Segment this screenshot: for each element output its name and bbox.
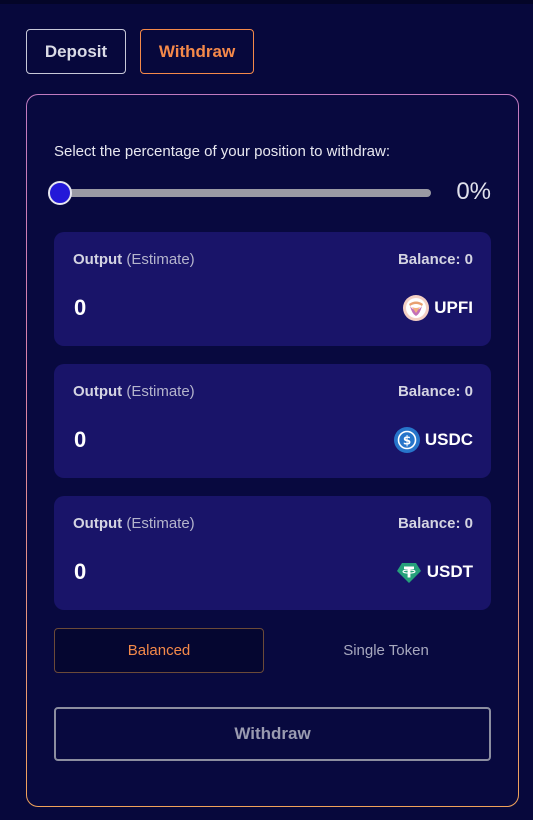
output-card-upfi: Output (Estimate) Balance: 0 0 UPFI (54, 232, 491, 346)
usdc-token-icon: $ (393, 427, 420, 453)
usdt-token-icon (396, 563, 421, 583)
output-balance: Balance: 0 (397, 515, 473, 532)
tab-deposit[interactable]: Deposit (26, 29, 126, 74)
token-upfi: UPFI (403, 295, 473, 321)
output-balance: Balance: 0 (397, 383, 473, 400)
output-label: Output (Estimate) (73, 383, 195, 400)
top-edge (0, 0, 533, 4)
output-label: Output (Estimate) (73, 251, 195, 268)
mode-balanced-button[interactable]: Balanced (54, 628, 264, 673)
svg-text:$: $ (403, 434, 411, 448)
token-usdc: $ USDC (393, 427, 473, 453)
token-name: USDT (426, 562, 473, 581)
withdraw-instruction: Select the percentage of your position t… (54, 143, 391, 160)
output-amount: 0 (74, 427, 87, 452)
tab-withdraw[interactable]: Withdraw (140, 29, 254, 74)
output-amount: 0 (74, 559, 87, 584)
withdraw-button[interactable]: Withdraw (54, 707, 491, 761)
token-name: UPFI (434, 298, 473, 317)
output-balance: Balance: 0 (397, 251, 473, 268)
output-card-usdt: Output (Estimate) Balance: 0 0 USDT (54, 496, 491, 610)
token-usdt: USDT (396, 559, 473, 585)
mode-single-token-button[interactable]: Single Token (281, 628, 491, 673)
output-amount: 0 (74, 295, 87, 320)
percentage-slider-track[interactable] (58, 189, 431, 197)
token-name: USDC (424, 430, 473, 449)
percentage-value: 0% (456, 178, 491, 205)
upfi-token-icon (403, 295, 430, 321)
output-label: Output (Estimate) (73, 515, 195, 532)
percentage-slider-thumb[interactable] (48, 181, 72, 205)
output-card-usdc: Output (Estimate) Balance: 0 0 $ USDC (54, 364, 491, 478)
